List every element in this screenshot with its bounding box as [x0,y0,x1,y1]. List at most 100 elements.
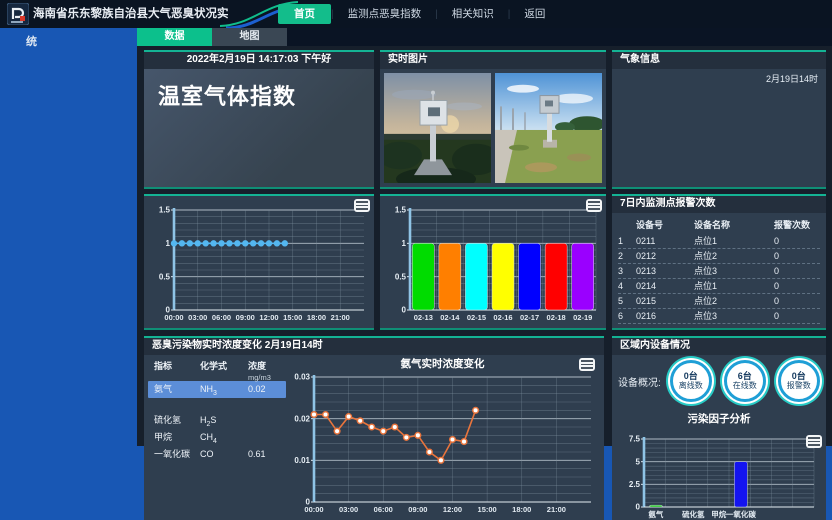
svg-text:00:00: 00:00 [304,505,323,514]
svg-text:00:00: 00:00 [164,313,183,322]
svg-text:5: 5 [636,457,641,466]
offline-count-gauge: 0台 离线数 [670,360,712,402]
column-header [618,218,636,234]
alarm-count-value: 0台 [792,371,806,381]
chemical-formula: CO [200,446,248,463]
nav-item-home[interactable]: 首页 [278,4,331,24]
odor-body: 指标化学式浓度mg/m3氨气NH30.02硫化氢H2S甲烷CH4一氧化碳CO0.… [144,355,604,520]
cell: 点位3 [694,309,774,324]
online-count-value: 6台 [738,371,752,381]
table-row: 60216点位30 [618,309,820,324]
svg-text:0: 0 [402,306,407,315]
site-photo-right [495,73,602,183]
nav-item-back[interactable]: 返回 [510,4,559,24]
chart-svg: 00.010.020.0300:0003:0006:0009:0012:0015… [286,371,599,518]
svg-text:02-16: 02-16 [493,313,512,322]
svg-text:1: 1 [402,239,407,248]
alarm-count-label: 报警数 [787,381,811,391]
table-row: 10211点位10 [618,234,820,249]
nav-item-odor-index[interactable]: 监测点恶臭指数 [334,4,436,24]
chart-toolbox-icon[interactable] [354,199,370,212]
greenhouse-gas-index-body: 温室气体指数 [144,69,374,187]
svg-text:15:00: 15:00 [478,505,497,514]
svg-text:0.02: 0.02 [294,414,310,423]
column-header: 浓度mg/m3 [248,361,288,383]
svg-text:0.01: 0.01 [294,456,310,465]
panel-greeting: 2022年2月19日 14:17:03 下午好 温室气体指数 [144,50,374,189]
svg-text:09:00: 09:00 [408,505,427,514]
nh3-line-chart: 00.010.020.0300:0003:0006:0009:0012:0015… [286,371,599,518]
nav-item-knowledge[interactable]: 相关知识 [438,4,508,24]
online-count-label: 在线数 [733,381,757,391]
svg-text:0: 0 [636,503,641,512]
panel-alarm-table: 7日内监测点报警次数 设备号设备名称报警次数10211点位1020212点位20… [612,194,826,330]
table-row: 20212点位20 [618,249,820,264]
weather-timestamp: 2月19日14时 [766,72,818,85]
cell: 0 [774,294,820,309]
svg-text:氨气: 氨气 [648,509,663,519]
concentration-value: 0.61 [248,446,288,463]
pollution-factor-title: 污染因子分析 [612,411,826,426]
column-header: 化学式 [200,361,248,383]
chart-svg: 00.511.502-1302-1402-1502-1602-1702-1802… [382,204,604,326]
panel-odor-concentration: 恶臭污染物实时浓度变化 2月19日14时 指标化学式浓度mg/m3氨气NH30.… [144,336,604,520]
panel-live-photos: 实时图片 [380,50,606,189]
svg-text:02-18: 02-18 [547,313,566,322]
cell: 0211 [636,234,694,249]
cell: 3 [618,264,636,279]
svg-text:12:00: 12:00 [443,505,462,514]
panel-index-line-chart: 00.511.500:0003:0006:0009:0012:0015:0018… [144,194,374,330]
svg-text:2.5: 2.5 [629,480,641,489]
chart-toolbox-icon[interactable] [586,199,602,212]
datetime-greeting: 2022年2月19日 14:17:03 下午好 [144,52,374,69]
cell: 点位3 [694,264,774,279]
svg-text:02-19: 02-19 [573,313,592,322]
cell: 0214 [636,279,694,294]
tab-data[interactable]: 数据 [137,28,212,46]
chart-toolbox-icon[interactable] [579,358,595,371]
nh3-chart-wrap: 氨气实时浓度变化 00.010.020.0300:0003:0006:0009:… [286,355,599,518]
chart-toolbox-icon[interactable] [806,435,822,448]
tab-map[interactable]: 地图 [212,28,287,46]
svg-text:0.5: 0.5 [159,272,171,281]
live-photos-header: 实时图片 [380,52,606,69]
column-header: 设备名称 [694,218,774,234]
alarm-table-header: 7日内监测点报警次数 [612,196,826,213]
offline-count-label: 离线数 [679,381,703,391]
table-header-row: 设备号设备名称报警次数 [618,218,820,234]
svg-text:1: 1 [166,239,171,248]
odor-panel-header: 恶臭污染物实时浓度变化 2月19日14时 [144,338,604,355]
column-header: 报警次数 [774,218,820,234]
index-line-chart: 00.511.500:0003:0006:0009:0012:0015:0018… [146,204,372,326]
alarm-count-gauge: 0台 报警数 [778,360,820,402]
table-row: 50215点位20 [618,294,820,309]
table-row: 一氧化碳CO0.61 [148,446,286,463]
table-row: 30213点位30 [618,264,820,279]
svg-text:1.5: 1.5 [159,206,171,215]
svg-text:02-14: 02-14 [440,313,460,322]
svg-text:09:00: 09:00 [236,313,255,322]
weather-info-header: 气象信息 [612,52,826,69]
svg-text:21:00: 21:00 [547,505,566,514]
cell: 2 [618,249,636,264]
svg-text:18:00: 18:00 [307,313,326,322]
panel-weather-info: 气象信息 2月19日14时 [612,50,826,189]
svg-text:02-13: 02-13 [414,313,433,322]
cell: 0 [774,234,820,249]
cell: 6 [618,309,636,324]
site-photo-left [384,73,491,183]
sidebar: 统 [0,28,137,520]
devices-body: 设备概况: 0台 离线数 6台 在线数 0台 报警数 污染因子分析 02.557… [612,355,826,520]
svg-text:1.5: 1.5 [395,206,407,215]
panel-region-devices: 区域内设备情况 设备概况: 0台 离线数 6台 在线数 0台 报警数 污染因子分… [612,336,826,520]
cell: 0 [774,249,820,264]
alarm-table: 设备号设备名称报警次数10211点位1020212点位2030213点位3040… [618,218,820,326]
svg-text:06:00: 06:00 [212,313,231,322]
column-header: 指标 [154,361,200,383]
app-logo-icon [7,3,29,25]
svg-text:12:00: 12:00 [259,313,278,322]
offline-count-value: 0台 [684,371,698,381]
svg-text:15:00: 15:00 [283,313,302,322]
column-header: 设备号 [636,218,694,234]
svg-text:18:00: 18:00 [512,505,531,514]
